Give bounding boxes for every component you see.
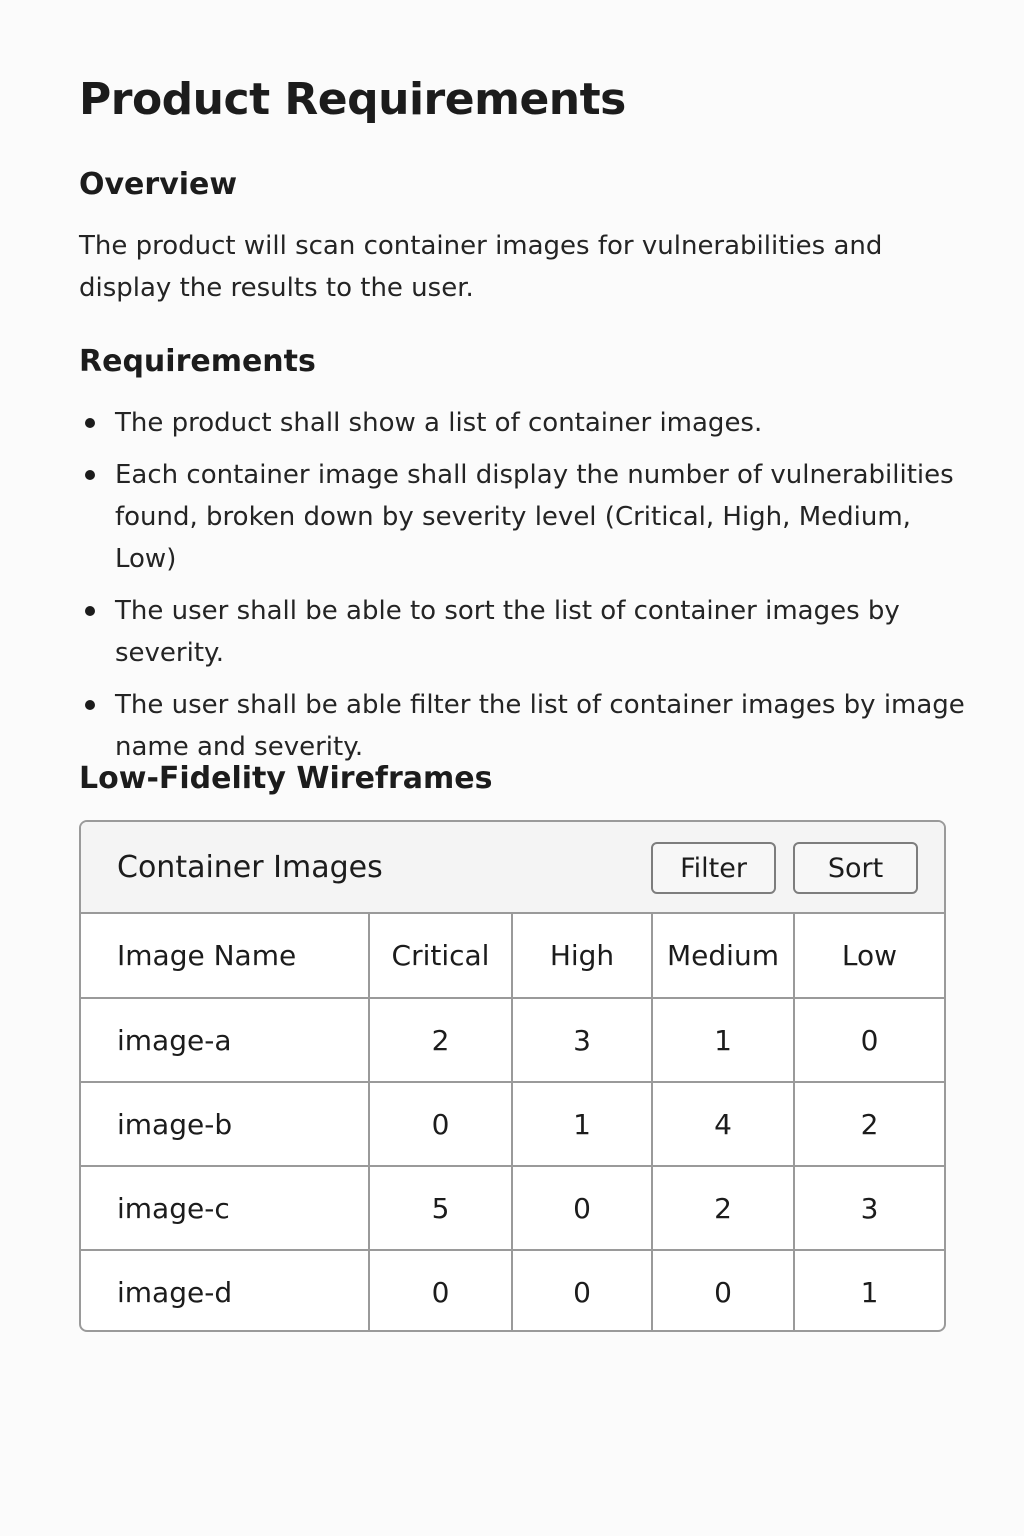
panel-header: Container Images Filter Sort	[81, 822, 944, 914]
critical-count-cell: 0	[369, 1250, 513, 1330]
container-images-panel: Container Images Filter Sort Image Name …	[79, 820, 946, 1332]
sort-button[interactable]: Sort	[793, 842, 918, 894]
overview-text: The product will scan container images f…	[79, 231, 883, 303]
bullet-icon	[85, 700, 95, 710]
image-name-cell: image-c	[81, 1166, 370, 1251]
low-count-cell: 3	[794, 1166, 944, 1251]
requirement-text: The user shall be able filter the list o…	[115, 690, 965, 762]
table-row[interactable]: image-c 5 0 2 3	[81, 1166, 944, 1251]
table-row[interactable]: image-d 0 0 0 1	[81, 1250, 944, 1330]
high-count-cell: 1	[512, 1082, 653, 1167]
requirement-text: The product shall show a list of contain…	[115, 408, 763, 438]
image-name-cell: image-a	[81, 998, 370, 1083]
container-images-table: Image Name Critical High Medium Low imag…	[81, 914, 944, 1330]
medium-count-cell: 2	[652, 1166, 795, 1251]
bullet-icon	[85, 470, 95, 480]
requirement-text: Each container image shall display the n…	[115, 460, 954, 574]
requirement-item: Each container image shall display the n…	[79, 454, 969, 580]
requirements-list: The product shall show a list of contain…	[79, 402, 969, 778]
column-header-image-name[interactable]: Image Name	[81, 914, 370, 999]
filter-button[interactable]: Filter	[651, 842, 776, 894]
wireframes-heading: Low-Fidelity Wireframes	[79, 761, 493, 796]
medium-count-cell: 1	[652, 998, 795, 1083]
table-header-row: Image Name Critical High Medium Low	[81, 914, 944, 999]
requirement-item: The product shall show a list of contain…	[79, 402, 969, 444]
image-name-cell: image-d	[81, 1250, 370, 1330]
high-count-cell: 3	[512, 998, 653, 1083]
requirement-text: The user shall be able to sort the list …	[115, 596, 900, 668]
requirement-item: The user shall be able to sort the list …	[79, 590, 969, 674]
table-row[interactable]: image-a 2 3 1 0	[81, 998, 944, 1083]
high-count-cell: 0	[512, 1166, 653, 1251]
critical-count-cell: 2	[369, 998, 513, 1083]
low-count-cell: 2	[794, 1082, 944, 1167]
bullet-icon	[85, 418, 95, 428]
column-header-medium[interactable]: Medium	[652, 914, 795, 999]
low-count-cell: 0	[794, 998, 944, 1083]
column-header-high[interactable]: High	[512, 914, 653, 999]
overview-heading: Overview	[79, 167, 238, 202]
medium-count-cell: 0	[652, 1250, 795, 1330]
medium-count-cell: 4	[652, 1082, 795, 1167]
requirements-heading: Requirements	[79, 344, 316, 379]
requirement-item: The user shall be able filter the list o…	[79, 684, 969, 768]
low-count-cell: 1	[860, 1276, 879, 1309]
critical-count-cell: 0	[369, 1082, 513, 1167]
column-header-low[interactable]: Low	[794, 914, 944, 999]
bullet-icon	[85, 606, 95, 616]
panel-title: Container Images	[117, 850, 383, 885]
table-row[interactable]: image-b 0 1 4 2	[81, 1082, 944, 1167]
image-name-cell: image-b	[81, 1082, 370, 1167]
column-header-critical[interactable]: Critical	[369, 914, 513, 999]
high-count-cell: 0	[512, 1250, 653, 1330]
page-title: Product Requirements	[79, 74, 626, 125]
critical-count-cell: 5	[369, 1166, 513, 1251]
